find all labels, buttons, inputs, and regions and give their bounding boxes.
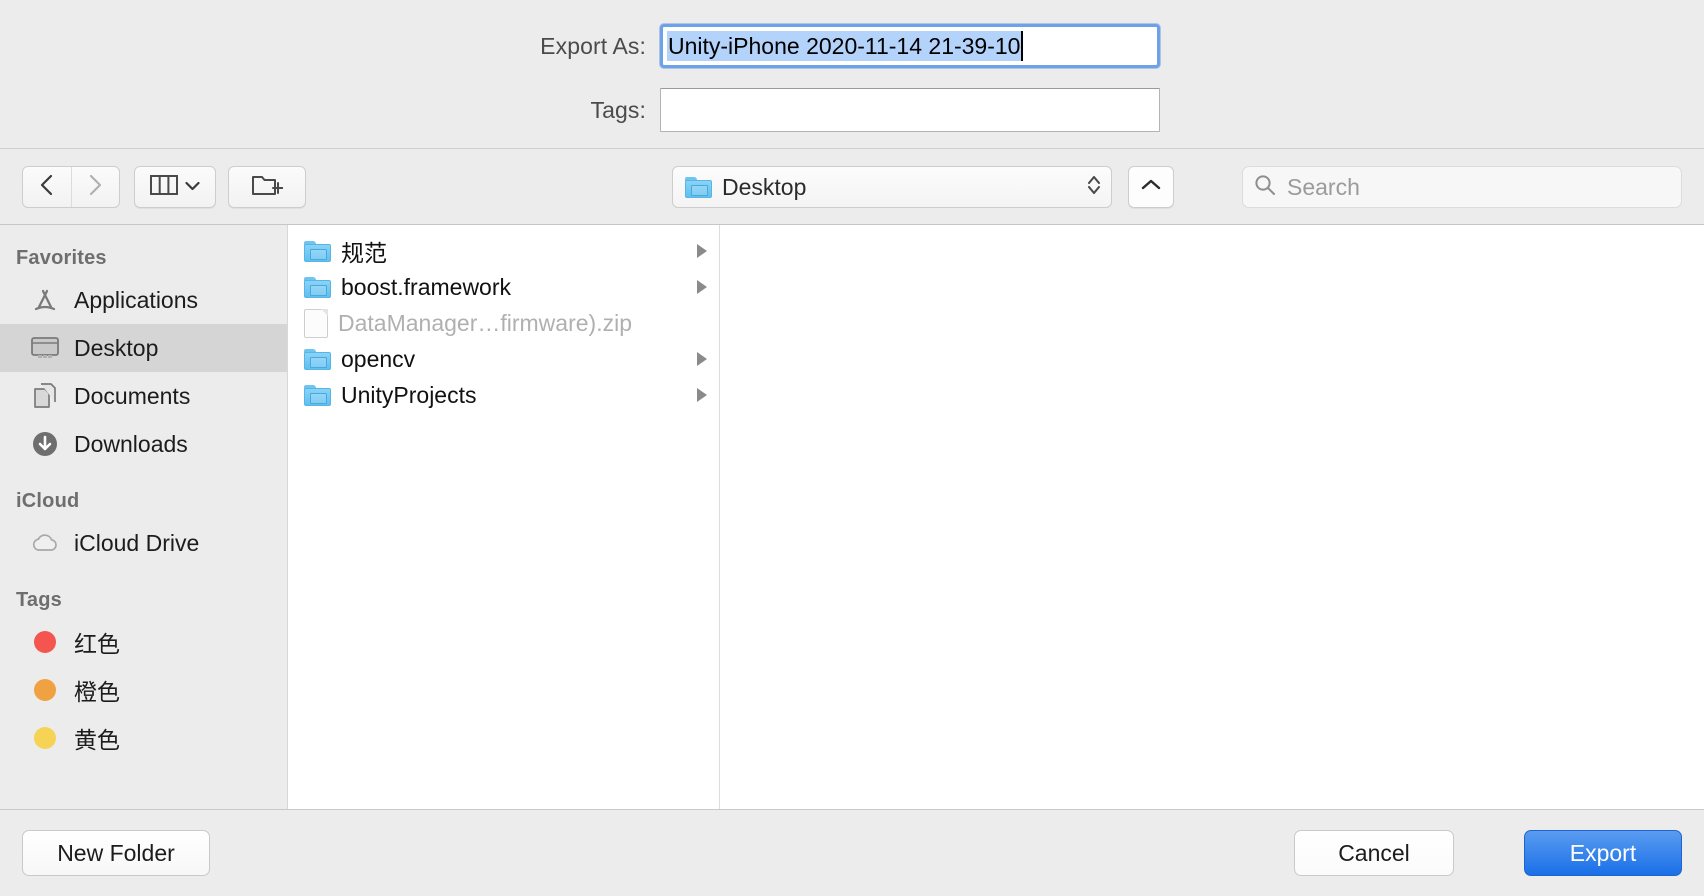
chevron-left-icon bbox=[38, 173, 56, 202]
disclosure-arrow-icon[interactable] bbox=[697, 352, 707, 366]
list-item[interactable]: boost.framework bbox=[288, 269, 719, 305]
sidebar-section-tags: Tags bbox=[16, 589, 62, 611]
path-label: Desktop bbox=[722, 173, 807, 200]
search-field[interactable]: Search bbox=[1242, 166, 1682, 208]
new-folder-button[interactable]: New Folder bbox=[22, 830, 210, 876]
new-folder-toolbar-button[interactable] bbox=[228, 166, 306, 208]
list-item[interactable]: UnityProjects bbox=[288, 377, 719, 413]
file-name: DataManager…firmware).zip bbox=[338, 309, 632, 336]
dialog-footer: New Folder Cancel Export bbox=[0, 809, 1704, 896]
tag-dot-icon bbox=[28, 723, 62, 753]
list-item[interactable]: 规范 bbox=[288, 233, 719, 269]
up-down-chevron-icon bbox=[1085, 170, 1103, 205]
sidebar-item-label: iCloud Drive bbox=[74, 529, 200, 556]
column-view-icon bbox=[150, 174, 178, 201]
dialog-header: Export As: Unity-iPhone 2020-11-14 21-39… bbox=[0, 0, 1704, 149]
sidebar-item-applications[interactable]: Applications bbox=[0, 276, 287, 324]
view-mode-button[interactable] bbox=[134, 166, 216, 208]
folder-icon bbox=[304, 240, 331, 262]
back-button[interactable] bbox=[23, 167, 71, 207]
sidebar-item-documents[interactable]: Documents bbox=[0, 372, 287, 420]
sidebar-item-label: 红色 bbox=[74, 631, 120, 657]
folder-icon bbox=[304, 348, 331, 370]
list-item: DataManager…firmware).zip bbox=[288, 305, 719, 341]
sidebar-item-tag-yellow[interactable]: 黄色 bbox=[0, 714, 287, 762]
chevron-up-icon bbox=[1140, 177, 1162, 198]
sidebar-item-downloads[interactable]: Downloads bbox=[0, 420, 287, 468]
disclosure-arrow-icon[interactable] bbox=[697, 244, 707, 258]
folder-icon bbox=[304, 384, 331, 406]
sidebar-item-label: 黄色 bbox=[74, 727, 120, 753]
export-as-field[interactable]: Unity-iPhone 2020-11-14 21-39-10 bbox=[660, 24, 1160, 68]
tag-dot-icon bbox=[28, 675, 62, 705]
sidebar-item-tag-red[interactable]: 红色 bbox=[0, 618, 287, 666]
go-up-button[interactable] bbox=[1128, 166, 1174, 208]
column-browser: 规范 boost.framework DataManager…firmware)… bbox=[288, 225, 1704, 809]
tags-input[interactable] bbox=[661, 89, 1159, 131]
dialog-toolbar: Desktop Search bbox=[0, 149, 1704, 225]
forward-button[interactable] bbox=[70, 167, 120, 207]
tags-row: Tags: bbox=[0, 88, 1704, 132]
file-column-2 bbox=[720, 225, 1704, 809]
file-name: UnityProjects bbox=[341, 381, 477, 408]
file-name: opencv bbox=[341, 345, 416, 372]
icloud-icon bbox=[28, 528, 62, 558]
folder-icon bbox=[304, 276, 331, 298]
file-column-1: 规范 boost.framework DataManager…firmware)… bbox=[288, 225, 720, 809]
tags-label: Tags: bbox=[590, 96, 646, 123]
export-as-label: Export As: bbox=[540, 32, 646, 59]
export-as-value: Unity-iPhone 2020-11-14 21-39-10 bbox=[667, 31, 1022, 61]
sidebar-item-label: Desktop bbox=[74, 334, 159, 361]
export-dialog: Export As: Unity-iPhone 2020-11-14 21-39… bbox=[0, 0, 1704, 896]
file-name: boost.framework bbox=[341, 273, 512, 300]
text-caret bbox=[1021, 31, 1023, 61]
path-popup-button[interactable]: Desktop bbox=[672, 166, 1112, 208]
applications-icon bbox=[28, 285, 62, 315]
export-as-row: Export As: Unity-iPhone 2020-11-14 21-39… bbox=[0, 24, 1704, 68]
sidebar-section-icloud: iCloud bbox=[16, 490, 80, 512]
dialog-body: Favorites Applications Desktop Documents… bbox=[0, 225, 1704, 809]
folder-icon bbox=[685, 176, 712, 198]
nav-segmented-control[interactable] bbox=[22, 166, 120, 208]
downloads-icon bbox=[28, 429, 62, 459]
sidebar-item-label: Documents bbox=[74, 382, 191, 409]
list-item[interactable]: opencv bbox=[288, 341, 719, 377]
export-button[interactable]: Export bbox=[1524, 830, 1682, 876]
sidebar-item-label: Applications bbox=[74, 286, 199, 313]
tag-dot-icon bbox=[28, 627, 62, 657]
sidebar-section-favorites: Favorites bbox=[16, 247, 107, 269]
disclosure-arrow-icon[interactable] bbox=[697, 280, 707, 294]
tags-field[interactable] bbox=[660, 88, 1160, 132]
desktop-icon bbox=[28, 333, 62, 363]
sidebar-item-tag-orange[interactable]: 橙色 bbox=[0, 666, 287, 714]
sidebar: Favorites Applications Desktop Documents… bbox=[0, 225, 288, 809]
file-name: 规范 bbox=[341, 240, 387, 266]
search-icon bbox=[1253, 173, 1277, 202]
document-icon bbox=[304, 308, 328, 338]
chevron-down-icon bbox=[185, 178, 200, 196]
chevron-right-icon bbox=[86, 173, 104, 202]
search-placeholder: Search bbox=[1287, 173, 1360, 200]
disclosure-arrow-icon[interactable] bbox=[697, 388, 707, 402]
cancel-button[interactable]: Cancel bbox=[1294, 830, 1454, 876]
sidebar-item-icloud-drive[interactable]: iCloud Drive bbox=[0, 519, 287, 567]
sidebar-item-label: Downloads bbox=[74, 430, 188, 457]
sidebar-item-desktop[interactable]: Desktop bbox=[0, 324, 287, 372]
sidebar-item-label: 橙色 bbox=[74, 679, 120, 705]
documents-icon bbox=[28, 381, 62, 411]
new-folder-icon bbox=[251, 172, 284, 203]
